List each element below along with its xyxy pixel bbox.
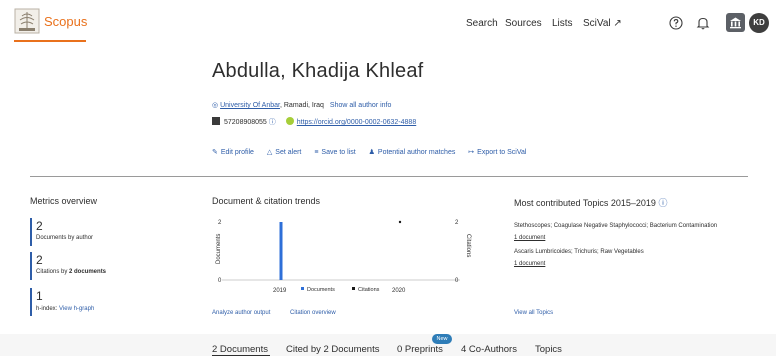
metric-bar [30,218,32,246]
affiliation-link[interactable]: University Of Anbar [220,102,280,109]
legend-citations-swatch [352,287,355,290]
author-id: 57208908055 [224,119,267,126]
potential-author-matches-button[interactable]: ♟ Potential author matches [369,149,456,156]
scopus-brand[interactable]: Scopus [44,14,87,29]
analyze-author-output-link[interactable]: Analyze author output [212,310,270,316]
scopus-id-icon [212,117,220,125]
pencil-icon: ✎ [212,149,218,156]
y-tick-label: 0 [218,278,222,284]
y-tick-label-right: 0 [455,278,459,284]
affiliation-location: , Ramadi, Iraq [279,102,324,109]
help-icon[interactable] [668,15,684,31]
documents-label: Documents by author [36,235,94,241]
bell-icon[interactable] [695,15,711,31]
y-tick-label: 2 [218,220,222,226]
affiliation-line: ◎ University Of Anbar, Ramadi, Iraq Show… [212,101,391,109]
legend-citations-label: Citations [358,287,380,293]
list-icon: ≡ [314,149,319,156]
metric-bar [30,252,32,280]
h-index-value: 1 [36,289,43,303]
info-icon[interactable]: ⓘ [269,119,276,126]
people-icon: ♟ [368,149,375,156]
x-tick-label: 2019 [273,288,287,294]
tab-topics[interactable]: Topics [535,344,562,355]
citation-overview-link[interactable]: Citation overview [290,310,336,316]
metric-bar [30,288,32,316]
top-header: Scopus Search Sources Lists SciVal ↗ KD [0,0,776,46]
topic-document-link[interactable]: 1 document [514,261,545,267]
view-h-graph-link[interactable]: View h-graph [59,306,94,312]
topics-info-icon[interactable]: ⓘ [658,198,667,208]
citations-label: Citations by 2 documents [36,269,107,275]
elsevier-logo-icon[interactable] [14,8,40,34]
section-divider [30,176,748,177]
legend-documents-swatch [301,287,304,290]
orcid-link[interactable]: https://orcid.org/0000-0002-0632-4888 [297,119,416,126]
documents-bar [279,222,283,280]
export-icon: ↦ [468,149,475,156]
edit-profile-button[interactable]: ✎ Edit profile [212,149,254,156]
trends-title: Document & citation trends [212,196,321,206]
save-to-list-button[interactable]: ≡ Save to list [314,149,355,156]
tab-co-authors[interactable]: 4 Co-Authors [461,344,517,355]
y-tick-label-right: 2 [455,220,459,226]
bell-outline-icon: △ [266,149,273,156]
show-all-author-info-link[interactable]: Show all author info [330,102,391,109]
citations-count: 2 [36,253,43,267]
topic-name: Ascaris Lumbricoides; Trichuris; Raw Veg… [514,249,644,255]
x-tick-label: 2020 [392,288,406,294]
tab-documents[interactable]: 2 Documents [212,344,268,355]
new-badge: New [432,334,452,344]
orcid-icon [285,117,294,125]
nav-scival[interactable]: SciVal ↗ [583,18,622,29]
citations-point [398,220,402,224]
set-alert-button[interactable]: △ Set alert [267,149,301,156]
institution-icon[interactable] [726,13,745,32]
author-name: Abdulla, Khadija Khleaf [212,60,424,82]
identifier-line: 57208908055 ⓘ https://orcid.org/0000-000… [212,117,416,127]
location-pin-icon: ◎ [212,102,221,109]
tab-preprints[interactable]: 0 Preprints [397,344,443,355]
legend-documents-label: Documents [307,287,335,293]
trends-chart: 2020Documents Citations2019 2020Documents C… [216,220,471,294]
tabs-bar [0,334,776,356]
profile-actions: ✎ Edit profile △ Set alert ≡ Save to list ♟… [212,148,537,156]
topic-document-link[interactable]: 1 document [514,235,545,241]
view-all-topics-link[interactable]: View all Topics [514,310,553,316]
nav-search[interactable]: Search [466,18,498,29]
topics-title: Most contributed Topics 2015–2019 ⓘ [514,198,668,208]
brand-underline [14,40,86,42]
metrics-title: Metrics overview [30,196,98,206]
user-avatar[interactable]: KD [749,13,769,33]
tab-cited-by[interactable]: Cited by 2 Documents [286,344,379,355]
nav-lists[interactable]: Lists [552,18,573,29]
nav-sources[interactable]: Sources [505,18,542,29]
y-axis-label: Documents [216,234,222,264]
h-index-label: h-index: View h-graph [36,306,95,312]
y-axis-label-right: Citations [465,234,471,257]
export-to-scival-button[interactable]: ↦ Export to SciVal [468,149,526,156]
topic-name: Stethoscopes; Coagulase Negative Staphyl… [514,223,718,229]
documents-count: 2 [36,219,43,233]
